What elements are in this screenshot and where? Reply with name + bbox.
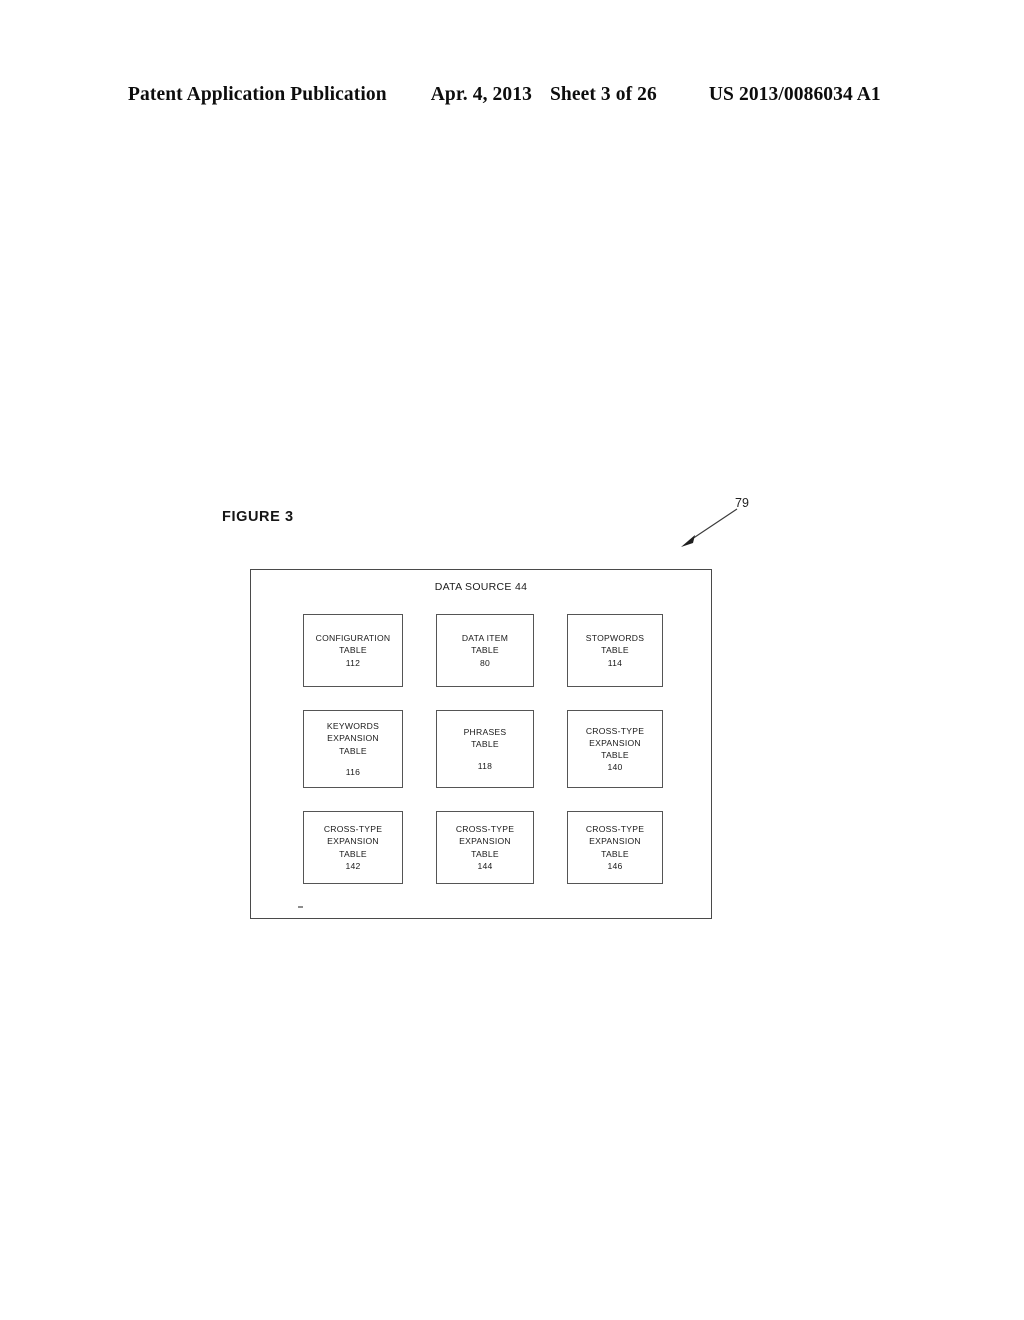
table-box-number: 112: [345, 657, 361, 668]
table-box-label: PHRASES TABLE: [463, 727, 507, 750]
table-box-label: CROSS-TYPE EXPANSION TABLE: [455, 824, 515, 859]
table-box-number: 116: [345, 766, 361, 777]
table-box-number: 142: [345, 860, 361, 871]
table-box-number: 146: [607, 860, 623, 871]
table-box-data-item: DATA ITEM TABLE 80: [436, 614, 534, 687]
table-box-number: 144: [477, 860, 493, 871]
table-grid: CONFIGURATION TABLE 112 DATA ITEM TABLE …: [303, 614, 663, 884]
publication-title: Patent Application Publication: [128, 84, 387, 105]
sheet-number: Sheet 3 of 26: [549, 84, 657, 105]
table-box-phrases: PHRASES TABLE 118: [436, 710, 534, 788]
table-box-label: CROSS-TYPE EXPANSION TABLE: [323, 824, 383, 859]
data-source-container: DATA SOURCE 44 CONFIGURATION TABLE 112 D…: [250, 569, 712, 919]
table-box-stopwords: STOPWORDS TABLE 114: [567, 614, 663, 687]
table-box-label: CROSS-TYPE EXPANSION TABLE: [585, 725, 645, 760]
table-box-cross-type-142: CROSS-TYPE EXPANSION TABLE 142: [303, 811, 403, 884]
leader-line-arrow-icon: [681, 508, 738, 547]
table-box-label: CONFIGURATION TABLE: [315, 633, 391, 656]
table-box-keywords-expansion: KEYWORDS EXPANSION TABLE 116: [303, 710, 403, 788]
table-box-number: 114: [607, 657, 623, 668]
publication-date: Apr. 4, 2013: [430, 84, 532, 105]
table-box-label: STOPWORDS TABLE: [585, 633, 645, 656]
table-box-configuration: CONFIGURATION TABLE 112: [303, 614, 403, 687]
table-box-cross-type-146: CROSS-TYPE EXPANSION TABLE 146: [567, 811, 663, 884]
table-box-label: CROSS-TYPE EXPANSION TABLE: [585, 824, 645, 859]
table-box-label: DATA ITEM TABLE: [461, 633, 509, 656]
page-header: Patent Application Publication Apr. 4, 2…: [128, 84, 896, 110]
table-box-number: 80: [479, 657, 491, 668]
table-box-number: 118: [477, 760, 493, 771]
data-source-title: DATA SOURCE 44: [434, 581, 528, 593]
table-box-number: 140: [607, 762, 623, 773]
table-box-cross-type-140: CROSS-TYPE EXPANSION TABLE 140: [567, 710, 663, 788]
figure-label: FIGURE 3: [222, 509, 294, 525]
publication-number: US 2013/0086034 A1: [708, 84, 881, 105]
table-box-label: KEYWORDS EXPANSION TABLE: [326, 721, 380, 756]
scan-artifact-speck: [298, 906, 303, 908]
table-box-cross-type-144: CROSS-TYPE EXPANSION TABLE 144: [436, 811, 534, 884]
